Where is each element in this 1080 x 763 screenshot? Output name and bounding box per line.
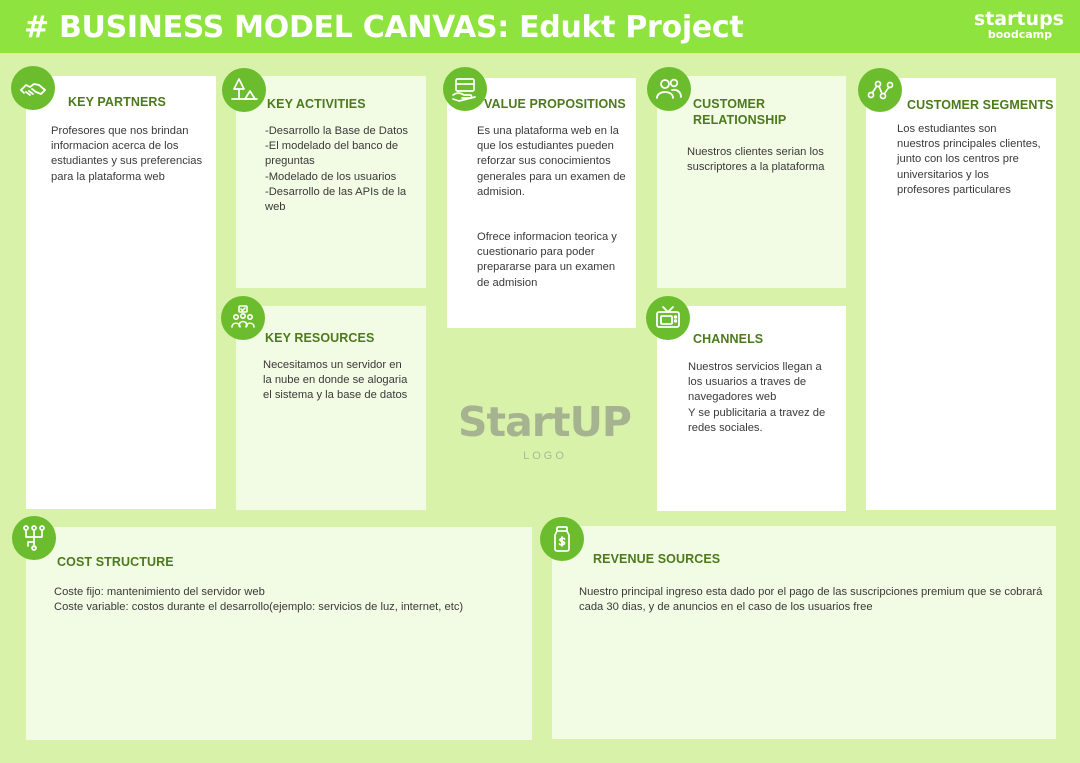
key-partners-line: Profesores que nos brindan informacion a… xyxy=(51,125,203,183)
customer-relationship-text: Nuestros clientes serian los suscriptore… xyxy=(687,145,829,175)
users-icon xyxy=(647,67,691,111)
flowchart-icon xyxy=(12,516,56,560)
channels-text: Nuestros servicios llegan a los usuarios… xyxy=(688,360,833,436)
customer-relationship-label: CUSTOMER RELATIONSHIP xyxy=(693,96,786,128)
gift-box-icon xyxy=(443,67,487,111)
startup-logo: StartUP xyxy=(458,398,632,446)
value-propositions-line: Es una plataforma web en la que los estu… xyxy=(477,125,626,198)
brand-main-text: startups xyxy=(973,8,1064,30)
cost-structure-line: Coste variable: costos durante el desarr… xyxy=(54,601,464,614)
customer-segments-label: CUSTOMER SEGMENTS xyxy=(907,98,1054,112)
money-jar-icon xyxy=(540,517,584,561)
header-bar: # BUSINESS MODEL CANVAS: Edukt Project s… xyxy=(0,0,1080,53)
key-activities-line: -Modelado de los usuarios xyxy=(265,170,397,183)
key-activities-line: -Desarrollo la Base de Datos xyxy=(265,125,409,137)
cost-structure-line: Coste fijo: mantenimiento del servidor w… xyxy=(54,586,265,598)
key-activities-text: -Desarrollo la Base de Datos -El modelad… xyxy=(265,124,417,215)
customer-segments-line: Los estudiantes son nuestros principales… xyxy=(897,123,1041,196)
page-title: # BUSINESS MODEL CANVAS: Edukt Project xyxy=(24,10,744,45)
brand-sub-text: boodcamp xyxy=(987,28,1052,41)
value-propositions-label: VALUE PROPOSITIONS xyxy=(484,97,626,111)
tree-tent-icon xyxy=(222,68,266,112)
logo-caption: LOGO xyxy=(523,450,567,462)
cost-structure-label: COST STRUCTURE xyxy=(57,555,174,569)
customer-relationship-label-line2: RELATIONSHIP xyxy=(693,113,787,127)
channels-line: Y se publicitaria a travez de redes soci… xyxy=(688,406,826,434)
revenue-sources-label: REVENUE SOURCES xyxy=(593,552,721,566)
team-icon xyxy=(221,296,265,340)
key-activities-line: -El modelado del banco de preguntas xyxy=(265,140,399,168)
value-propositions-text: Es una plataforma web en la que los estu… xyxy=(477,124,627,291)
key-partners-text: Profesores que nos brindan informacion a… xyxy=(51,124,203,185)
network-icon xyxy=(858,68,902,112)
tv-icon xyxy=(646,296,690,340)
brand-logo: startups boodcamp xyxy=(954,9,1064,41)
customer-relationship-label-line1: CUSTOMER xyxy=(693,97,766,111)
cost-structure-text: Coste fijo: mantenimiento del servidor w… xyxy=(54,585,524,615)
customer-segments-text: Los estudiantes son nuestros principales… xyxy=(897,122,1042,198)
channels-label: CHANNELS xyxy=(693,332,764,346)
key-resources-label: KEY RESOURCES xyxy=(265,331,375,345)
handshake-icon xyxy=(11,66,55,110)
key-partners-label: KEY PARTNERS xyxy=(68,95,166,109)
revenue-sources-line: Nuestro principal ingreso esta dado por … xyxy=(579,586,1043,614)
key-activities-line: -Desarrollo de las APIs de la web xyxy=(265,185,407,214)
channels-line: Nuestros servicios llegan a los usuarios… xyxy=(688,361,822,404)
value-propositions-line: Ofrece informacion teorica y cuestionari… xyxy=(477,231,617,289)
key-resources-text: Necesitamos un servidor en la nube en do… xyxy=(263,358,413,404)
customer-relationship-line: Nuestros clientes serian los suscriptore… xyxy=(687,146,825,174)
key-resources-line: Necesitamos un servidor en la nube en do… xyxy=(263,359,408,402)
key-activities-label: KEY ACTIVITIES xyxy=(267,97,366,111)
revenue-sources-text: Nuestro principal ingreso esta dado por … xyxy=(579,585,1045,615)
